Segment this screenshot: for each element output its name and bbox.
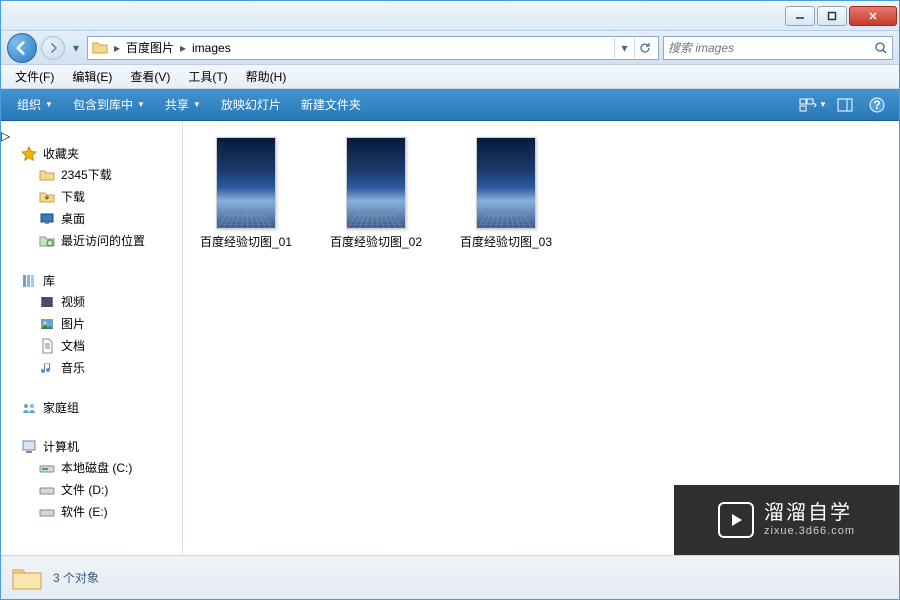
body: ▷ 收藏夹 2345下载 下载 桌面 [1,121,899,555]
homegroup-icon [21,400,37,416]
help-button[interactable]: ? [863,94,891,116]
video-icon [39,294,55,310]
maximize-button[interactable] [817,6,847,26]
search-box[interactable] [663,36,893,60]
drive-icon [39,504,55,520]
sidebar-item-pictures[interactable]: 图片 [1,313,182,335]
explorer-window: ▾ ▸ 百度图片 ▸ images ▾ 文件(F) 编辑(E) 查看(V) 工具… [0,0,900,600]
navbar: ▾ ▸ 百度图片 ▸ images ▾ [1,31,899,65]
nav-history-dropdown[interactable]: ▾ [69,41,83,55]
file-item[interactable]: 百度经验切图_02 [321,137,431,249]
sidebar-library-label: 库 [43,272,55,289]
sidebar-homegroup-label: 家庭组 [43,399,79,416]
menu-file[interactable]: 文件(F) [7,66,62,87]
file-name: 百度经验切图_01 [200,235,292,249]
forward-button[interactable] [41,36,65,60]
collapse-icon[interactable]: ▷ [1,129,10,143]
search-input[interactable] [668,41,874,55]
slideshow-button[interactable]: 放映幻灯片 [213,92,289,117]
address-dropdown[interactable]: ▾ [614,38,634,58]
preview-pane-button[interactable] [831,94,859,116]
sidebar-favorites[interactable]: 收藏夹 [1,143,182,164]
file-name: 百度经验切图_03 [460,235,552,249]
sidebar-item-desktop[interactable]: 桌面 [1,208,182,230]
menubar: 文件(F) 编辑(E) 查看(V) 工具(T) 帮助(H) [1,65,899,89]
thumbnail-icon [346,137,406,229]
search-icon[interactable] [874,41,888,55]
watermark-url: zixue.3d66.com [764,525,855,538]
watermark: 溜溜自学 zixue.3d66.com [674,485,899,555]
thumbnail-icon [476,137,536,229]
drive-icon [39,482,55,498]
organize-button[interactable]: 组织▼ [9,92,61,117]
folder-icon [39,167,55,183]
sidebar-favorites-label: 收藏夹 [43,145,79,162]
include-in-library-button[interactable]: 包含到库中▼ [65,92,153,117]
sidebar-item-recent[interactable]: 最近访问的位置 [1,230,182,252]
sidebar-homegroup[interactable]: 家庭组 [1,397,182,418]
recent-icon [39,233,55,249]
breadcrumb-1[interactable]: 百度图片 [122,39,178,56]
chevron-right-icon[interactable]: ▸ [178,41,188,55]
status-count: 3 个对象 [53,569,99,586]
navigation-pane: ▷ 收藏夹 2345下载 下载 桌面 [1,121,183,555]
sidebar-item-drive-e[interactable]: 软件 (E:) [1,501,182,523]
watermark-title: 溜溜自学 [764,501,855,525]
sidebar-item-2345download[interactable]: 2345下载 [1,164,182,186]
titlebar [1,1,899,31]
folder-large-icon [11,562,43,594]
new-folder-button[interactable]: 新建文件夹 [293,92,369,117]
menu-help[interactable]: 帮助(H) [238,66,295,87]
document-icon [39,338,55,354]
sidebar-item-videos[interactable]: 视频 [1,291,182,313]
sidebar-item-music[interactable]: 音乐 [1,357,182,379]
address-bar[interactable]: ▸ 百度图片 ▸ images ▾ [87,36,659,60]
star-icon [21,146,37,162]
breadcrumb-2[interactable]: images [188,41,235,55]
drive-icon [39,460,55,476]
file-name: 百度经验切图_02 [330,235,422,249]
download-folder-icon [39,189,55,205]
picture-icon [39,316,55,332]
view-options-button[interactable]: ▼ [799,94,827,116]
sidebar-computer-label: 计算机 [43,438,79,455]
music-icon [39,360,55,376]
chevron-right-icon[interactable]: ▸ [112,41,122,55]
command-bar: 组织▼ 包含到库中▼ 共享▼ 放映幻灯片 新建文件夹 ▼ ? [1,89,899,121]
sidebar-item-drive-c[interactable]: 本地磁盘 (C:) [1,457,182,479]
svg-text:?: ? [873,98,880,112]
folder-icon [92,40,108,56]
file-item[interactable]: 百度经验切图_03 [451,137,561,249]
minimize-button[interactable] [785,6,815,26]
sidebar-item-documents[interactable]: 文档 [1,335,182,357]
close-button[interactable] [849,6,897,26]
back-button[interactable] [7,33,37,63]
sidebar-item-downloads[interactable]: 下载 [1,186,182,208]
play-icon [718,502,754,538]
sidebar-item-drive-d[interactable]: 文件 (D:) [1,479,182,501]
sidebar-computer[interactable]: 计算机 [1,436,182,457]
computer-icon [21,439,37,455]
refresh-button[interactable] [634,38,654,58]
share-button[interactable]: 共享▼ [157,92,209,117]
menu-view[interactable]: 查看(V) [122,66,178,87]
menu-edit[interactable]: 编辑(E) [64,66,120,87]
sidebar-library[interactable]: 库 [1,270,182,291]
library-icon [21,273,37,289]
file-item[interactable]: 百度经验切图_01 [191,137,301,249]
thumbnail-icon [216,137,276,229]
status-bar: 3 个对象 [1,555,899,599]
menu-tools[interactable]: 工具(T) [180,66,235,87]
desktop-icon [39,211,55,227]
